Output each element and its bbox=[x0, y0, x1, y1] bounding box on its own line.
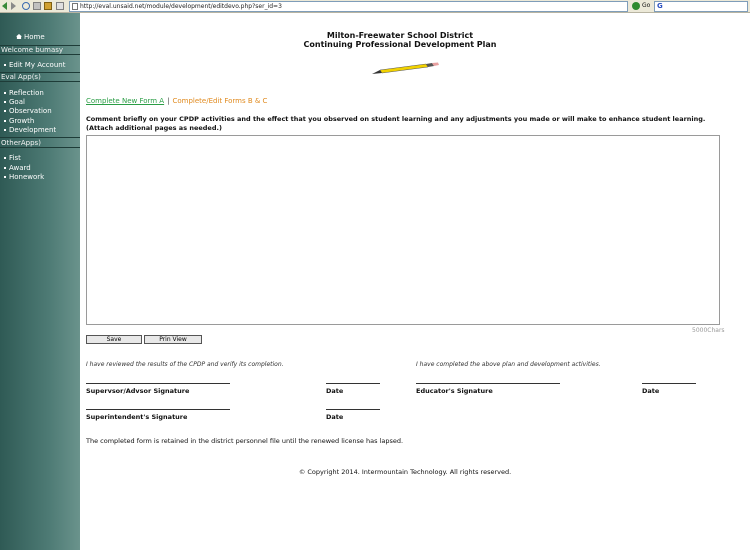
supervisor-date-line bbox=[326, 383, 380, 384]
superintendent-date-label: Date bbox=[326, 413, 344, 421]
retention-note: The completed form is retained in the di… bbox=[86, 437, 404, 445]
sidebar-item-label: Fist bbox=[9, 154, 21, 162]
sidebar-welcome: Welcome bumasy bbox=[1, 46, 64, 54]
go-arrow-icon bbox=[632, 2, 640, 10]
stop-icon[interactable] bbox=[33, 2, 41, 10]
save-button[interactable]: Save bbox=[86, 335, 142, 344]
sidebar-item-observation[interactable]: Observation bbox=[4, 107, 52, 115]
sidebar-home-label: Home bbox=[24, 33, 45, 41]
sidebar: Home Welcome bumasy Edit My Account Eval… bbox=[0, 13, 80, 550]
sidebar-item-reflection[interactable]: Reflection bbox=[4, 89, 44, 97]
educator-date-line bbox=[642, 383, 696, 384]
page-subtitle: Continuing Professional Development Plan bbox=[303, 40, 497, 49]
pencil-icon bbox=[372, 62, 439, 74]
supervisor-note: I have reviewed the results of the CPDP … bbox=[86, 361, 284, 368]
sidebar-divider bbox=[0, 81, 80, 82]
back-arrow-icon[interactable] bbox=[2, 2, 10, 10]
search-input[interactable]: G bbox=[654, 1, 748, 12]
comment-textarea[interactable] bbox=[86, 135, 720, 325]
sidebar-item-label: Reflection bbox=[9, 89, 44, 97]
form-nav: Complete New Form A | Complete/Edit Forms … bbox=[86, 97, 267, 105]
forward-arrow-icon[interactable] bbox=[11, 2, 19, 10]
browser-toolbar: http://eval.unsaid.net/module/developmen… bbox=[0, 0, 750, 13]
sidebar-item-label: Development bbox=[9, 126, 57, 134]
sidebar-item-edit-account[interactable]: Edit My Account bbox=[4, 61, 65, 69]
sidebar-item-label: Honework bbox=[9, 173, 45, 181]
superintendent-date-line bbox=[326, 409, 380, 410]
sidebar-divider bbox=[0, 137, 80, 138]
sidebar-section-eval-apps: Eval App(s) bbox=[1, 73, 41, 81]
sidebar-item-fist[interactable]: Fist bbox=[4, 154, 21, 162]
sidebar-item-growth[interactable]: Growth bbox=[4, 117, 34, 125]
sidebar-item-label: Growth bbox=[9, 117, 35, 125]
bullet-icon bbox=[4, 176, 6, 178]
sidebar-divider bbox=[0, 147, 80, 148]
educator-date-label: Date bbox=[642, 387, 660, 395]
nav-separator: | bbox=[167, 97, 170, 105]
educator-signature-label: Educator's Signature bbox=[416, 387, 493, 395]
complete-new-form-a-link[interactable]: Complete New Form A bbox=[86, 97, 164, 105]
char-count: 5000Chars bbox=[692, 327, 725, 334]
supervisor-date-label: Date bbox=[326, 387, 344, 395]
supervisor-signature-line bbox=[86, 383, 230, 384]
address-text: http://eval.unsaid.net/module/developmen… bbox=[80, 3, 282, 10]
superintendent-signature-line bbox=[86, 409, 230, 410]
sidebar-item-award[interactable]: Award bbox=[4, 164, 31, 172]
educator-note: I have completed the above plan and deve… bbox=[416, 361, 601, 368]
sidebar-section-other-apps: OtherApps) bbox=[1, 139, 41, 147]
supervisor-signature-label: Supervsor/Advsor Signature bbox=[86, 387, 190, 395]
bullet-icon bbox=[4, 101, 6, 103]
bullet-icon bbox=[4, 110, 6, 112]
sidebar-home-link[interactable]: Home bbox=[16, 33, 45, 41]
sidebar-item-development[interactable]: Development bbox=[4, 126, 56, 134]
search-engine-icon: G bbox=[657, 2, 663, 10]
bullet-icon bbox=[4, 120, 6, 122]
address-bar[interactable]: http://eval.unsaid.net/module/developmen… bbox=[69, 1, 628, 12]
sidebar-divider bbox=[0, 54, 80, 55]
sidebar-item-honework[interactable]: Honework bbox=[4, 173, 44, 181]
main-content: Milton-Freewater School District Continu… bbox=[80, 13, 750, 550]
go-button[interactable]: Go bbox=[632, 2, 652, 11]
sidebar-item-label: Award bbox=[9, 164, 31, 172]
bullet-icon bbox=[4, 157, 6, 159]
home-icon bbox=[16, 34, 22, 39]
page-icon bbox=[72, 3, 78, 10]
reload-icon[interactable] bbox=[22, 2, 30, 10]
bullet-icon bbox=[4, 64, 6, 66]
print-view-button[interactable]: Prin View bbox=[144, 335, 202, 344]
bullet-icon bbox=[4, 92, 6, 94]
comment-instructions: Comment briefly on your CPDP activities … bbox=[86, 115, 706, 132]
sidebar-item-goal[interactable]: Goal bbox=[4, 98, 25, 106]
bookmark-icon[interactable] bbox=[56, 2, 64, 10]
sidebar-item-label: Edit My Account bbox=[9, 61, 66, 69]
bullet-icon bbox=[4, 167, 6, 169]
bullet-icon bbox=[4, 129, 6, 131]
complete-edit-forms-link[interactable]: Complete/Edit Forms B & C bbox=[172, 97, 267, 105]
copyright: © Copyright 2014. Intermountain Technolo… bbox=[298, 468, 512, 476]
sidebar-item-label: Goal bbox=[9, 98, 25, 106]
home-icon[interactable] bbox=[44, 2, 52, 10]
educator-signature-line bbox=[416, 383, 560, 384]
superintendent-signature-label: Superintendent's Signature bbox=[86, 413, 188, 421]
go-label: Go bbox=[642, 2, 651, 9]
sidebar-item-label: Observation bbox=[9, 107, 52, 115]
page-title: Milton-Freewater School District bbox=[326, 31, 474, 40]
